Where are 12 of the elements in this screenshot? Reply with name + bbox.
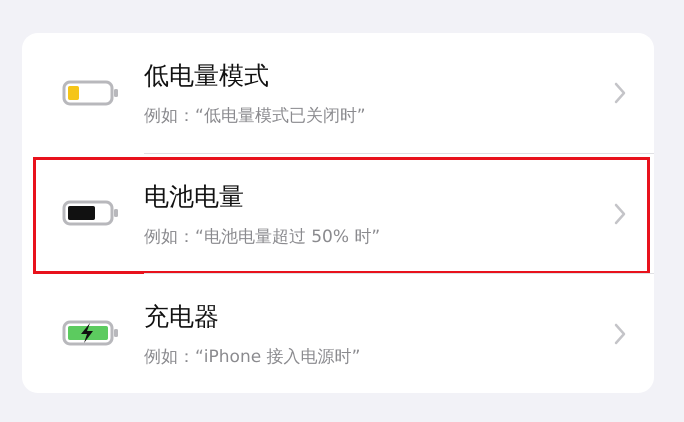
chevron-icon[interactable] [614,82,626,104]
option-title[interactable]: 电池电量 [144,180,614,212]
option-example: 例如：“低电量模式已关闭时” [144,105,367,127]
battery-icon [62,199,120,227]
chevron-icon[interactable] [614,202,626,224]
option-example: 例如：“电池电量超过 50% 时” [144,226,382,248]
option-title[interactable]: 充电器 [144,300,614,332]
option-title[interactable]: 低电量模式 [144,59,614,92]
battery-icon [62,79,120,107]
chevron-icon[interactable] [614,322,626,344]
battery-icon [62,319,120,347]
option-example: 例如：“iPhone 接入电源时” [144,346,362,368]
